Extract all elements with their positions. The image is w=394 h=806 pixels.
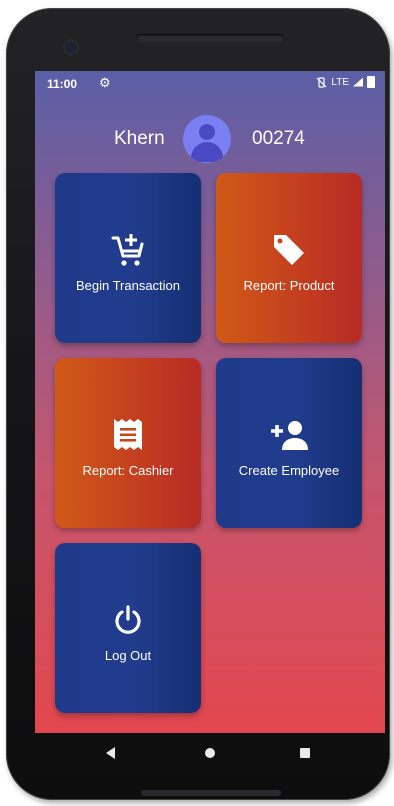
navigation-bar xyxy=(35,733,385,775)
user-header: Khern 00274 xyxy=(35,113,385,163)
battery-icon xyxy=(367,76,375,88)
report-cashier-button[interactable]: Report: Cashier xyxy=(55,358,201,528)
home-icon[interactable] xyxy=(205,748,215,758)
front-camera xyxy=(65,41,77,53)
signal-icon xyxy=(353,77,363,87)
status-bar: 11:00 ⚙ LTE xyxy=(35,71,385,95)
status-indicators: LTE xyxy=(316,76,375,88)
back-icon[interactable] xyxy=(106,747,115,759)
add-to-cart-icon xyxy=(108,230,148,270)
app-screen: 11:00 ⚙ LTE Khern 00274 Begin Transactio… xyxy=(35,71,385,733)
begin-transaction-button[interactable]: Begin Transaction xyxy=(55,173,201,343)
tile-label: Report: Cashier xyxy=(82,462,174,478)
vibrate-off-icon xyxy=(316,76,327,88)
tile-label: Begin Transaction xyxy=(75,277,181,293)
bottom-speaker xyxy=(141,790,281,796)
tile-label: Create Employee xyxy=(238,462,340,478)
tile-label: Report: Product xyxy=(243,277,335,293)
user-id: 00274 xyxy=(252,128,305,149)
account-circle-icon[interactable] xyxy=(183,115,231,163)
power-icon xyxy=(108,600,148,640)
receipt-icon xyxy=(108,415,148,455)
tag-icon xyxy=(269,230,309,270)
gear-icon: ⚙ xyxy=(99,75,111,90)
log-out-button[interactable]: Log Out xyxy=(55,543,201,713)
add-person-icon xyxy=(269,415,309,455)
report-product-button[interactable]: Report: Product xyxy=(216,173,362,343)
phone-frame: 11:00 ⚙ LTE Khern 00274 Begin Transactio… xyxy=(6,8,390,800)
user-name: Khern xyxy=(114,128,165,149)
earpiece-speaker xyxy=(136,34,284,42)
tile-label: Log Out xyxy=(104,647,152,663)
status-time: 11:00 xyxy=(47,77,78,91)
create-employee-button[interactable]: Create Employee xyxy=(216,358,362,528)
network-label: LTE xyxy=(331,76,349,88)
recents-icon[interactable] xyxy=(300,748,310,758)
